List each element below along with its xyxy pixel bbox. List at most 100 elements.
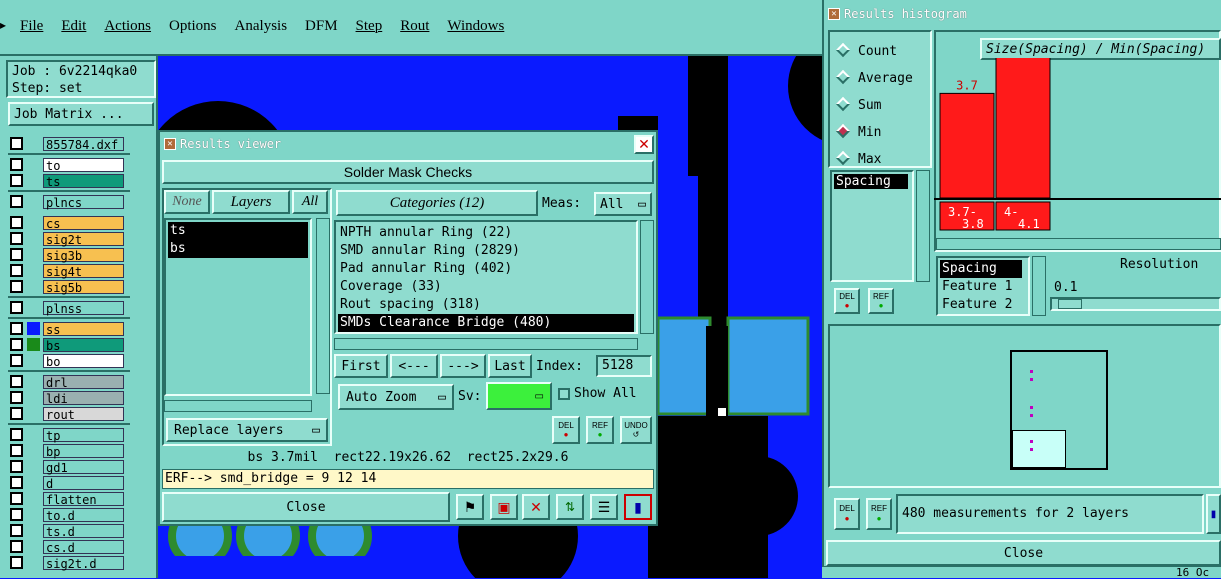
window-menu-icon[interactable]: ✕ xyxy=(828,8,840,20)
menu-dfm[interactable]: DFM xyxy=(305,18,338,35)
job-matrix-button[interactable]: Job Matrix ... xyxy=(8,102,154,126)
first-button[interactable]: First xyxy=(334,354,388,378)
layer-row-gd1[interactable]: gd1 xyxy=(10,459,124,475)
feature-list-scrollbar[interactable] xyxy=(1032,256,1046,316)
list-item[interactable]: Feature 2 xyxy=(940,296,1026,314)
layer-checkbox[interactable] xyxy=(10,444,23,457)
histogram-icon[interactable]: ▮ xyxy=(624,494,652,520)
category-item[interactable]: SMDs Clearance Bridge (480) xyxy=(338,314,634,332)
layer-row-bo[interactable]: bo xyxy=(10,353,124,369)
layer-checkbox[interactable] xyxy=(10,338,23,351)
radio-count[interactable]: Count xyxy=(835,38,922,65)
layer-row-plnss[interactable]: plnss xyxy=(10,300,124,316)
results-viewer-titlebar[interactable]: ✕ Results viewer xyxy=(160,134,656,154)
radio-max[interactable]: Max xyxy=(835,146,922,166)
layer-checkbox[interactable] xyxy=(10,524,23,537)
replace-layers-button[interactable]: Replace layers ▭ xyxy=(166,418,328,442)
auto-zoom-select[interactable]: Auto Zoom ▭ xyxy=(338,384,454,410)
chart-hscrollbar[interactable] xyxy=(936,238,1221,250)
layer-row-sig2t[interactable]: sig2t xyxy=(10,231,124,247)
layer-row-flatten[interactable]: flatten xyxy=(10,491,124,507)
list-item[interactable]: bs xyxy=(168,240,308,258)
last-button[interactable]: Last xyxy=(488,354,532,378)
undo-button[interactable]: UNDO ↺ xyxy=(620,416,652,444)
window-menu-icon[interactable]: ✕ xyxy=(164,138,176,150)
sv-color-select[interactable]: ▭ xyxy=(486,382,552,410)
histogram-bar[interactable] xyxy=(939,92,995,199)
categories-hscrollbar[interactable] xyxy=(334,338,638,350)
layer-list-scrollbar[interactable] xyxy=(316,218,330,394)
hist-del-button[interactable]: DEL ● xyxy=(834,288,860,314)
feature-list[interactable]: Spacing Feature 1 Feature 2 xyxy=(936,256,1030,316)
layer-row-to[interactable]: to xyxy=(10,157,124,173)
layer-checkbox[interactable] xyxy=(10,476,23,489)
layer-checkbox[interactable] xyxy=(10,460,23,473)
resolution-slider[interactable] xyxy=(1050,297,1221,311)
layer-row-rout[interactable]: rout xyxy=(10,406,124,422)
tool-icon-2[interactable]: ▣ xyxy=(490,494,518,520)
layer-row-bp[interactable]: bp xyxy=(10,443,124,459)
layer-checkbox[interactable] xyxy=(10,232,23,245)
measure-list[interactable]: Spacing xyxy=(830,170,914,282)
histogram-close-button[interactable]: Close xyxy=(826,540,1221,566)
hist-ref-button-2[interactable]: REF ● xyxy=(866,498,892,530)
hist-del-button-2[interactable]: DEL ● xyxy=(834,498,860,530)
layer-row-sig2t-d[interactable]: sig2t.d xyxy=(10,555,124,571)
tool-icon-4[interactable]: ⇅ xyxy=(556,494,584,520)
categories-list[interactable]: NPTH annular Ring (22) SMD annular Ring … xyxy=(334,220,638,334)
layer-checkbox[interactable] xyxy=(10,407,23,420)
layer-row-sig3b[interactable]: sig3b xyxy=(10,247,124,263)
category-item[interactable]: Rout spacing (318) xyxy=(338,296,634,314)
category-item[interactable]: SMD annular Ring (2829) xyxy=(338,242,634,260)
next-button[interactable]: ---> xyxy=(440,354,486,378)
menu-file[interactable]: File xyxy=(20,18,43,35)
category-item[interactable]: NPTH annular Ring (22) xyxy=(338,224,634,242)
tool-icon-5[interactable]: ☰ xyxy=(590,494,618,520)
none-button[interactable]: None xyxy=(164,190,210,214)
layer-row-cs-d[interactable]: cs.d xyxy=(10,539,124,555)
list-item[interactable]: ts xyxy=(168,222,308,240)
layer-checkbox[interactable] xyxy=(10,322,23,335)
categories-scrollbar[interactable] xyxy=(640,220,654,334)
layer-row-plncs[interactable]: plncs xyxy=(10,194,124,210)
list-item[interactable]: Spacing xyxy=(834,174,908,189)
menu-windows[interactable]: Windows xyxy=(447,18,504,35)
layer-checkbox[interactable] xyxy=(10,301,23,314)
layer-row-drl[interactable]: drl xyxy=(10,374,124,390)
layer-row-tp[interactable]: tp xyxy=(10,427,124,443)
menu-edit[interactable]: Edit xyxy=(61,18,86,35)
tool-icon-1[interactable]: ⚑ xyxy=(456,494,484,520)
all-button[interactable]: All xyxy=(292,190,328,214)
slider-thumb[interactable] xyxy=(1058,299,1082,309)
category-item[interactable]: Coverage (33) xyxy=(338,278,634,296)
menu-rout[interactable]: Rout xyxy=(400,18,429,35)
viewer-close-icon[interactable]: ✕ xyxy=(634,135,654,154)
layer-row-ts[interactable]: ts xyxy=(10,173,124,189)
hist-ref-button[interactable]: REF ● xyxy=(868,288,894,314)
categories-button[interactable]: Categories (12) xyxy=(336,190,538,216)
layer-row-ss[interactable]: ss xyxy=(10,321,124,337)
layer-checkbox[interactable] xyxy=(10,428,23,441)
layer-row-bs[interactable]: bs xyxy=(10,337,124,353)
index-input[interactable]: 5128 xyxy=(596,355,652,377)
category-item[interactable]: Pad annular Ring (402) xyxy=(338,260,634,278)
layer-row-ts-d[interactable]: ts.d xyxy=(10,523,124,539)
tool-icon-3[interactable]: ✕ xyxy=(522,494,550,520)
meas-select[interactable]: All ▭ xyxy=(594,192,652,216)
layer-checkbox[interactable] xyxy=(10,492,23,505)
layer-result-list[interactable]: ts bs xyxy=(164,218,312,396)
layer-checkbox[interactable] xyxy=(10,264,23,277)
layer-checkbox[interactable] xyxy=(10,158,23,171)
measure-list-scrollbar[interactable] xyxy=(916,170,930,282)
layer-row-sig4t[interactable]: sig4t xyxy=(10,263,124,279)
histogram-titlebar[interactable]: ✕ Results histogram xyxy=(824,4,1221,24)
layer-list-hscrollbar[interactable] xyxy=(164,400,312,412)
layer-checkbox[interactable] xyxy=(10,195,23,208)
del-button[interactable]: DEL ● xyxy=(552,416,580,444)
layer-checkbox[interactable] xyxy=(10,375,23,388)
show-all-checkbox[interactable] xyxy=(558,388,570,400)
list-item[interactable]: Spacing xyxy=(940,260,1022,278)
radio-min[interactable]: Min xyxy=(835,119,922,146)
layer-checkbox[interactable] xyxy=(10,137,23,150)
layer-row-855784-dxf[interactable]: 855784.dxf xyxy=(10,136,124,152)
